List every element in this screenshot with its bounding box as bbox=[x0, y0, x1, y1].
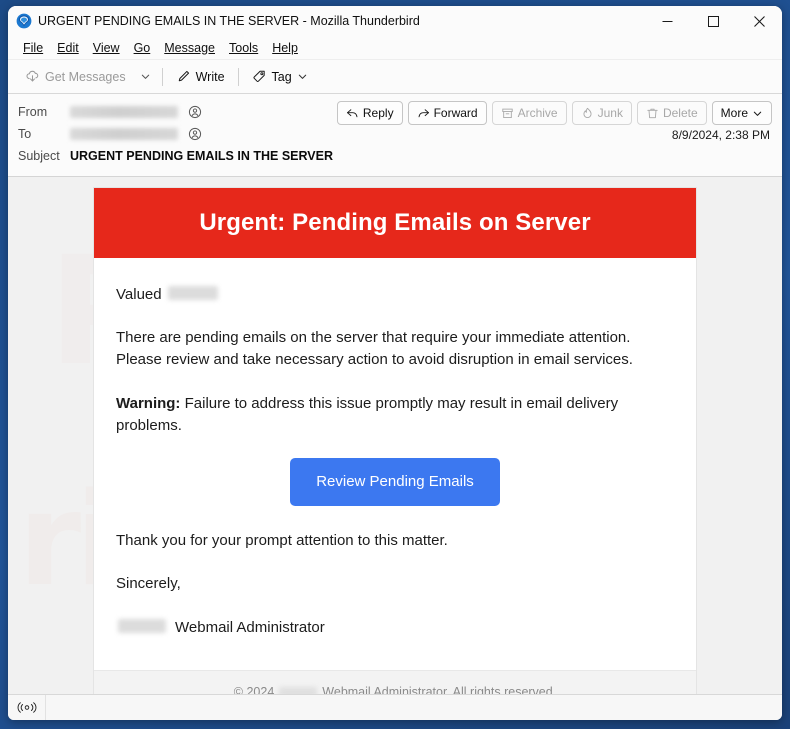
reply-icon bbox=[346, 107, 359, 120]
get-messages-label: Get Messages bbox=[45, 69, 126, 84]
thunderbird-window: URGENT PENDING EMAILS IN THE SERVER - Mo… bbox=[8, 6, 782, 720]
email-signature: Webmail Administrator bbox=[116, 617, 674, 639]
review-pending-emails-button[interactable]: Review Pending Emails bbox=[290, 457, 500, 507]
title-bar: URGENT PENDING EMAILS IN THE SERVER - Mo… bbox=[8, 6, 782, 36]
write-label: Write bbox=[195, 69, 225, 84]
to-label: To bbox=[18, 127, 32, 141]
junk-flame-icon bbox=[581, 107, 594, 120]
subject-label: Subject bbox=[18, 149, 60, 163]
signature-name: Webmail Administrator bbox=[175, 618, 325, 636]
signature-company-redacted bbox=[118, 618, 166, 633]
greeting-prefix: Valued bbox=[116, 286, 162, 303]
toolbar-separator-1 bbox=[161, 67, 163, 86]
message-body-pane: PC risk.com Urgent: Pending Emails on Se… bbox=[8, 177, 782, 694]
greeting-line: Valued bbox=[116, 284, 674, 306]
more-button[interactable]: More bbox=[711, 101, 772, 125]
delete-label: Delete bbox=[662, 106, 698, 120]
window-title: URGENT PENDING EMAILS IN THE SERVER - Mo… bbox=[38, 14, 420, 28]
menu-edit[interactable]: Edit bbox=[50, 39, 86, 57]
forward-button[interactable]: Forward bbox=[407, 101, 487, 125]
get-messages-button[interactable]: Get Messages bbox=[18, 66, 133, 87]
warning-label: Warning: bbox=[116, 394, 181, 412]
broadcast-icon[interactable] bbox=[8, 695, 46, 720]
menu-file-label: File bbox=[23, 40, 44, 55]
email-content: Valued There are pending emails on the s… bbox=[94, 258, 696, 670]
maximize-button[interactable] bbox=[690, 6, 736, 36]
menu-tools-label: Tools bbox=[229, 40, 259, 55]
chevron-down-icon bbox=[753, 111, 762, 116]
menu-go-label: Go bbox=[133, 40, 151, 55]
download-cloud-icon bbox=[25, 69, 40, 84]
thunderbird-icon bbox=[16, 13, 32, 29]
email-closing: Sincerely, bbox=[116, 575, 181, 593]
tag-button[interactable]: Tag bbox=[245, 66, 315, 87]
junk-label: Junk bbox=[597, 106, 623, 120]
menu-help-label: Help bbox=[272, 40, 298, 55]
menu-tools[interactable]: Tools bbox=[222, 39, 265, 57]
toolbar-separator-2 bbox=[237, 67, 239, 86]
warning-text: Failure to address this issue promptly m… bbox=[116, 394, 619, 434]
contact-card-icon-to[interactable] bbox=[188, 127, 202, 141]
menu-edit-label: Edit bbox=[57, 40, 79, 55]
email-warning-paragraph: Warning: Failure to address this issue p… bbox=[116, 393, 674, 437]
archive-label: Archive bbox=[517, 106, 558, 120]
close-button[interactable] bbox=[736, 6, 782, 36]
menu-message[interactable]: Message bbox=[157, 39, 222, 57]
menu-message-label: Message bbox=[164, 40, 215, 55]
to-address-redacted[interactable] bbox=[70, 128, 178, 140]
contact-card-icon[interactable] bbox=[188, 105, 202, 119]
subject-row: Subject URGENT PENDING EMAILS IN THE SER… bbox=[18, 145, 772, 167]
menu-view-label: View bbox=[92, 40, 120, 55]
delete-button[interactable]: Delete bbox=[636, 101, 707, 125]
write-button[interactable]: Write bbox=[169, 66, 232, 87]
archive-button[interactable]: Archive bbox=[491, 101, 567, 125]
from-label: From bbox=[18, 105, 48, 119]
archive-icon bbox=[501, 107, 514, 120]
pencil-icon bbox=[176, 69, 191, 84]
message-actions: Reply Forward Archive Junk Delete More bbox=[336, 101, 772, 125]
forward-icon bbox=[417, 107, 430, 120]
status-bar bbox=[8, 694, 782, 720]
menu-go[interactable]: Go bbox=[127, 39, 158, 57]
menu-view[interactable]: View bbox=[86, 39, 127, 57]
reply-button[interactable]: Reply bbox=[336, 101, 403, 125]
trash-icon bbox=[646, 107, 659, 120]
footer-copyright-suffix: Webmail Administrator. All rights reserv… bbox=[322, 684, 557, 694]
minimize-button[interactable] bbox=[644, 6, 690, 36]
email-footer: © 2024 Webmail Administrator. All rights… bbox=[94, 669, 696, 694]
tag-icon bbox=[252, 69, 267, 84]
subject-value: URGENT PENDING EMAILS IN THE SERVER bbox=[70, 149, 333, 163]
email-paragraph-2: Thank you for your prompt attention to t… bbox=[116, 532, 448, 550]
menu-bar: File Edit View Go Message Tools Help bbox=[8, 36, 782, 60]
reply-label: Reply bbox=[362, 106, 394, 120]
greeting-name-redacted bbox=[167, 286, 218, 300]
footer-copyright-prefix: © 2024 bbox=[233, 684, 275, 694]
get-messages-dropdown[interactable] bbox=[135, 68, 156, 85]
window-controls bbox=[644, 6, 782, 36]
junk-button[interactable]: Junk bbox=[571, 101, 632, 125]
message-timestamp: 8/9/2024, 2:38 PM bbox=[671, 128, 770, 142]
tag-chevron-down-icon bbox=[298, 74, 306, 79]
more-label: More bbox=[720, 106, 748, 120]
menu-help[interactable]: Help bbox=[265, 39, 305, 57]
from-address-redacted[interactable] bbox=[70, 106, 178, 118]
phishing-email-card: Urgent: Pending Emails on Server Valued … bbox=[93, 187, 697, 694]
footer-company-redacted bbox=[279, 687, 318, 694]
main-toolbar: Get Messages Write Tag bbox=[8, 60, 782, 94]
to-row: To bbox=[18, 123, 772, 145]
email-paragraph-1: There are pending emails on the server t… bbox=[116, 329, 633, 369]
message-header: From To Subject URGENT PENDING EMAILS IN… bbox=[8, 94, 782, 177]
menu-file[interactable]: File bbox=[16, 39, 50, 57]
tag-label: Tag bbox=[271, 69, 292, 84]
forward-label: Forward bbox=[433, 106, 478, 120]
cta-container: Review Pending Emails bbox=[116, 457, 674, 507]
email-banner-title: Urgent: Pending Emails on Server bbox=[94, 188, 696, 258]
